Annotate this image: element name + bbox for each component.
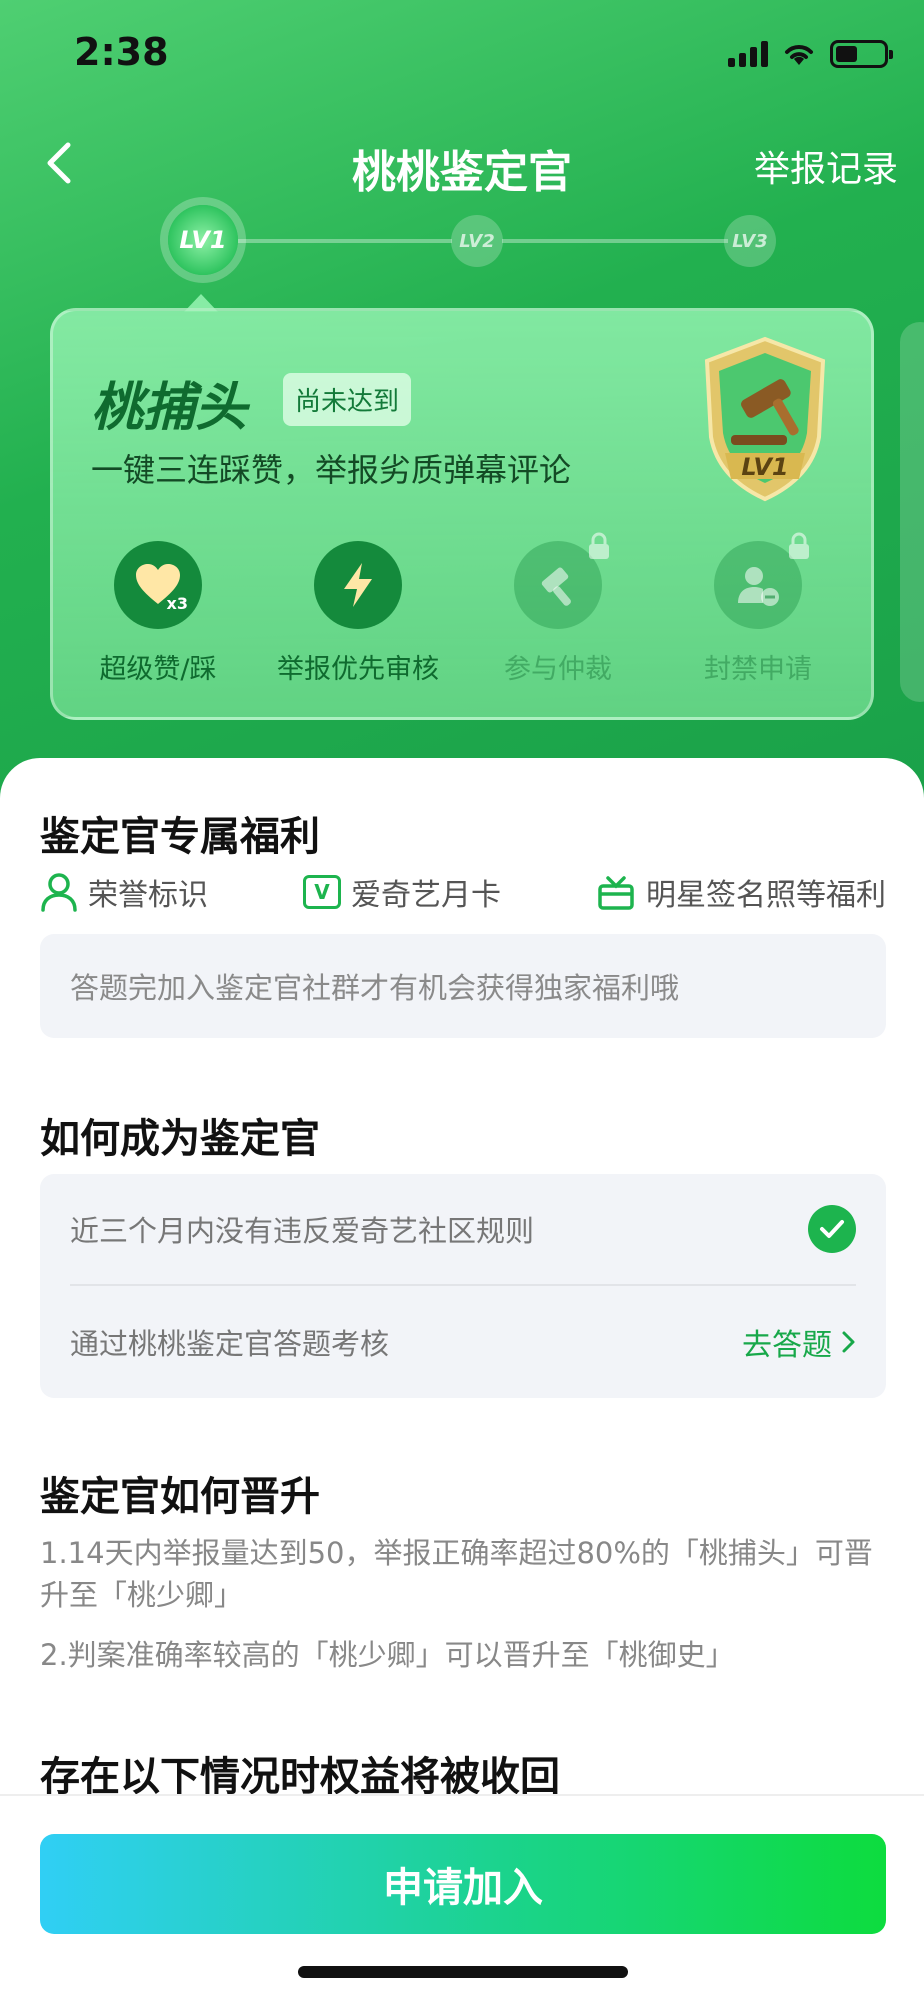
shield-gavel-icon: LV1 <box>695 333 835 503</box>
v-card-icon: V <box>303 875 341 909</box>
requirement-label: 通过桃桃鉴定官答题考核 <box>70 1327 390 1361</box>
lock-icon <box>789 532 809 559</box>
level-connector <box>502 239 728 243</box>
promotion-rule: 1.14天内举报量达到50，举报正确率超过80%的「桃捕头」可晋升至「桃少卿」 <box>40 1536 873 1612</box>
status-badge: 尚未达到 <box>283 373 412 426</box>
benefit-label: 荣誉标识 <box>88 878 208 913</box>
requirement-row: 近三个月内没有违反爱奇艺社区规则 <box>70 1174 856 1286</box>
check-icon <box>808 1205 856 1253</box>
level-track: LV1 LV2 LV3 <box>0 205 924 275</box>
level-badge-lv2[interactable]: LV2 <box>451 215 503 267</box>
battery-icon <box>830 40 893 68</box>
go-answer-link[interactable]: 去答题 <box>742 1320 856 1364</box>
badge-lv-label: LV1 <box>741 453 789 481</box>
requirements-title: 如何成为鉴定官 <box>40 1116 320 1162</box>
apply-join-button[interactable]: 申请加入 <box>40 1834 886 1934</box>
rank-description: 一键三连踩赞，举报劣质弹幕评论 <box>91 451 572 489</box>
level-card[interactable]: 桃捕头 尚未达到 一键三连踩赞，举报劣质弹幕评论 LV1 x3 超级赞/踩 举报… <box>50 308 874 720</box>
report-record-link[interactable]: 举报记录 <box>754 140 898 192</box>
level-badge-lv3[interactable]: LV3 <box>724 215 776 267</box>
status-icons <box>728 40 893 68</box>
next-level-card-peek[interactable] <box>900 322 924 702</box>
gavel-icon <box>514 532 609 629</box>
perk-label: 封禁申请 <box>704 654 812 685</box>
go-answer-label: 去答题 <box>742 1328 832 1363</box>
benefits-tip: 答题完加入鉴定官社群才有机会获得独家福利哦 <box>40 934 886 1038</box>
gift-icon <box>598 876 634 910</box>
person-icon <box>41 873 77 912</box>
perk-label: 举报优先审核 <box>277 654 439 685</box>
perk-arbitration[interactable]: 参与仲裁 <box>453 532 663 686</box>
lightning-icon <box>314 541 402 629</box>
heart-icon: x3 <box>114 541 202 629</box>
home-indicator <box>298 1966 628 1978</box>
chevron-right-icon <box>842 1331 855 1353</box>
lock-icon <box>589 532 609 559</box>
requirement-label: 近三个月内没有违反爱奇艺社区规则 <box>70 1214 535 1248</box>
level-connector <box>238 239 452 243</box>
signal-icon <box>728 41 768 67</box>
benefit-monthly-card: V 爱奇艺月卡 <box>303 870 501 914</box>
perk-priority-report[interactable]: 举报优先审核 <box>253 541 463 686</box>
user-ban-icon <box>714 532 809 629</box>
multiplier-text: x3 <box>166 594 188 613</box>
promotion-title: 鉴定官如何晋升 <box>40 1474 320 1520</box>
level-badge-lv1[interactable]: LV1 <box>168 205 238 275</box>
perk-label: 参与仲裁 <box>504 654 612 685</box>
requirements-box: 近三个月内没有违反爱奇艺社区规则 通过桃桃鉴定官答题考核 去答题 <box>40 1174 886 1398</box>
perk-super-like[interactable]: x3 超级赞/踩 <box>53 541 263 686</box>
benefits-list: 荣誉标识 V 爱奇艺月卡 明星签名照等福利 <box>40 870 886 914</box>
wifi-icon <box>785 45 813 65</box>
rank-name: 桃捕头 <box>91 378 248 438</box>
status-time: 2:38 <box>74 30 169 74</box>
benefit-label: 明星签名照等福利 <box>646 878 886 913</box>
benefit-star-photo: 明星签名照等福利 <box>596 870 886 914</box>
perk-ban-request[interactable]: 封禁申请 <box>653 532 863 686</box>
promotion-rule: 2.判案准确率较高的「桃少卿」可以晋升至「桃御史」 <box>40 1638 735 1672</box>
benefit-label: 爱奇艺月卡 <box>351 878 501 913</box>
benefits-title: 鉴定官专属福利 <box>40 814 320 860</box>
benefit-honor-badge: 荣誉标识 <box>40 870 208 914</box>
requirement-row: 通过桃桃鉴定官答题考核 去答题 <box>70 1286 856 1398</box>
perk-label: 超级赞/踩 <box>99 654 217 685</box>
